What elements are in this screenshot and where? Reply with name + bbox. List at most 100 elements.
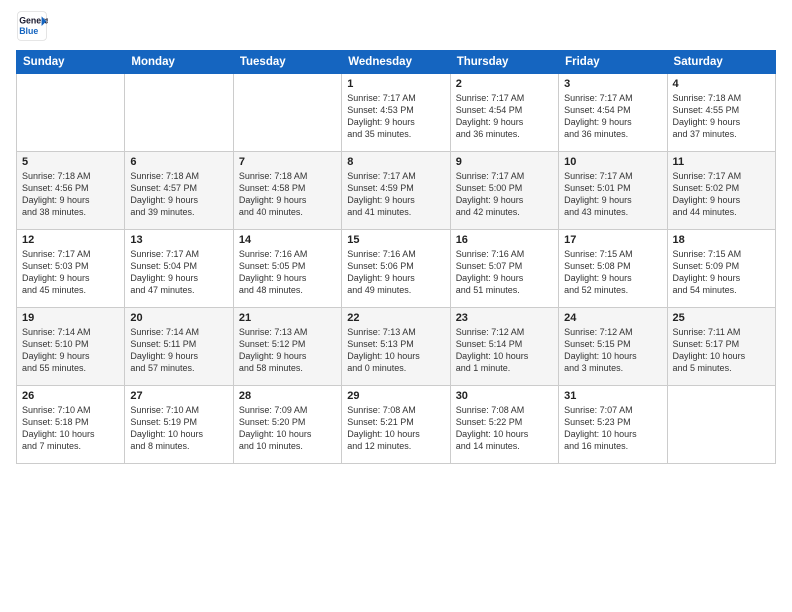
calendar-cell: 7Sunrise: 7:18 AM Sunset: 4:58 PM Daylig… — [233, 152, 341, 230]
day-info: Sunrise: 7:18 AM Sunset: 4:58 PM Dayligh… — [239, 170, 336, 219]
day-number: 30 — [456, 390, 553, 402]
day-number: 22 — [347, 312, 444, 324]
calendar-cell: 20Sunrise: 7:14 AM Sunset: 5:11 PM Dayli… — [125, 308, 233, 386]
day-info: Sunrise: 7:15 AM Sunset: 5:08 PM Dayligh… — [564, 248, 661, 297]
day-number: 18 — [673, 234, 770, 246]
day-number: 6 — [130, 156, 227, 168]
calendar-cell — [667, 386, 775, 464]
day-info: Sunrise: 7:13 AM Sunset: 5:13 PM Dayligh… — [347, 326, 444, 375]
day-number: 3 — [564, 78, 661, 90]
week-row-2: 12Sunrise: 7:17 AM Sunset: 5:03 PM Dayli… — [17, 230, 776, 308]
week-row-4: 26Sunrise: 7:10 AM Sunset: 5:18 PM Dayli… — [17, 386, 776, 464]
weekday-header-friday: Friday — [559, 51, 667, 74]
day-info: Sunrise: 7:14 AM Sunset: 5:11 PM Dayligh… — [130, 326, 227, 375]
page: General Blue SundayMondayTuesdayWednesda… — [0, 0, 792, 612]
calendar-cell: 9Sunrise: 7:17 AM Sunset: 5:00 PM Daylig… — [450, 152, 558, 230]
calendar-cell: 11 Sunrise: 7:17 AM Sunset: 5:02 PM Dayli… — [667, 152, 775, 230]
weekday-header-tuesday: Tuesday — [233, 51, 341, 74]
weekday-header-wednesday: Wednesday — [342, 51, 450, 74]
calendar-cell: 10 Sunrise: 7:17 AM Sunset: 5:01 PM Dayli… — [559, 152, 667, 230]
day-info: Sunrise: 7:08 AM Sunset: 5:22 PM Dayligh… — [456, 404, 553, 453]
calendar-header: SundayMondayTuesdayWednesdayThursdayFrid… — [17, 51, 776, 74]
day-info: Sunrise: 7:12 AM Sunset: 5:15 PM Dayligh… — [564, 326, 661, 375]
day-number: 31 — [564, 390, 661, 402]
calendar-cell: 30 Sunrise: 7:08 AM Sunset: 5:22 PM Dayli… — [450, 386, 558, 464]
day-number: 5 — [22, 156, 119, 168]
day-number: 9 — [456, 156, 553, 168]
calendar-body: 1 Sunrise: 7:17 AM Sunset: 4:53 PM Daylig… — [17, 74, 776, 464]
day-number: 11 — [673, 156, 770, 168]
calendar-cell: 5 Sunrise: 7:18 AM Sunset: 4:56 PM Daylig… — [17, 152, 125, 230]
day-info: Sunrise: 7:10 AM Sunset: 5:18 PM Dayligh… — [22, 404, 119, 453]
day-number: 27 — [130, 390, 227, 402]
calendar-cell: 13 Sunrise: 7:17 AM Sunset: 5:04 PM Dayli… — [125, 230, 233, 308]
day-info: Sunrise: 7:17 AM Sunset: 4:54 PM Dayligh… — [456, 92, 553, 141]
calendar-cell — [17, 74, 125, 152]
calendar-cell: 22 Sunrise: 7:13 AM Sunset: 5:13 PM Dayli… — [342, 308, 450, 386]
calendar: SundayMondayTuesdayWednesdayThursdayFrid… — [16, 50, 776, 464]
logo-icon: General Blue — [16, 10, 48, 42]
calendar-cell: 21 Sunrise: 7:13 AM Sunset: 5:12 PM Dayli… — [233, 308, 341, 386]
calendar-cell: 15Sunrise: 7:16 AM Sunset: 5:06 PM Dayli… — [342, 230, 450, 308]
day-number: 2 — [456, 78, 553, 90]
day-number: 24 — [564, 312, 661, 324]
calendar-cell: 29 Sunrise: 7:08 AM Sunset: 5:21 PM Dayli… — [342, 386, 450, 464]
calendar-cell: 8 Sunrise: 7:17 AM Sunset: 4:59 PM Daylig… — [342, 152, 450, 230]
day-info: Sunrise: 7:15 AM Sunset: 5:09 PM Dayligh… — [673, 248, 770, 297]
svg-text:Blue: Blue — [19, 26, 38, 36]
day-number: 19 — [22, 312, 119, 324]
calendar-cell: 23 Sunrise: 7:12 AM Sunset: 5:14 PM Dayli… — [450, 308, 558, 386]
day-info: Sunrise: 7:10 AM Sunset: 5:19 PM Dayligh… — [130, 404, 227, 453]
week-row-3: 19 Sunrise: 7:14 AM Sunset: 5:10 PM Dayli… — [17, 308, 776, 386]
day-number: 17 — [564, 234, 661, 246]
calendar-cell: 24 Sunrise: 7:12 AM Sunset: 5:15 PM Dayli… — [559, 308, 667, 386]
day-number: 14 — [239, 234, 336, 246]
calendar-cell: 25 Sunrise: 7:11 AM Sunset: 5:17 PM Dayli… — [667, 308, 775, 386]
calendar-cell: 4 Sunrise: 7:18 AM Sunset: 4:55 PM Daylig… — [667, 74, 775, 152]
day-info: Sunrise: 7:12 AM Sunset: 5:14 PM Dayligh… — [456, 326, 553, 375]
weekday-row: SundayMondayTuesdayWednesdayThursdayFrid… — [17, 51, 776, 74]
day-number: 29 — [347, 390, 444, 402]
day-number: 21 — [239, 312, 336, 324]
day-info: Sunrise: 7:18 AM Sunset: 4:55 PM Dayligh… — [673, 92, 770, 141]
day-info: Sunrise: 7:17 AM Sunset: 5:01 PM Dayligh… — [564, 170, 661, 219]
calendar-cell: 18 Sunrise: 7:15 AM Sunset: 5:09 PM Dayli… — [667, 230, 775, 308]
day-info: Sunrise: 7:18 AM Sunset: 4:57 PM Dayligh… — [130, 170, 227, 219]
day-info: Sunrise: 7:17 AM Sunset: 5:02 PM Dayligh… — [673, 170, 770, 219]
header: General Blue — [16, 10, 776, 42]
calendar-cell: 26Sunrise: 7:10 AM Sunset: 5:18 PM Dayli… — [17, 386, 125, 464]
day-info: Sunrise: 7:17 AM Sunset: 5:04 PM Dayligh… — [130, 248, 227, 297]
day-info: Sunrise: 7:08 AM Sunset: 5:21 PM Dayligh… — [347, 404, 444, 453]
calendar-cell: 2 Sunrise: 7:17 AM Sunset: 4:54 PM Daylig… — [450, 74, 558, 152]
logo: General Blue — [16, 10, 48, 42]
day-number: 25 — [673, 312, 770, 324]
weekday-header-thursday: Thursday — [450, 51, 558, 74]
weekday-header-monday: Monday — [125, 51, 233, 74]
day-number: 10 — [564, 156, 661, 168]
day-number: 16 — [456, 234, 553, 246]
calendar-cell: 19 Sunrise: 7:14 AM Sunset: 5:10 PM Dayli… — [17, 308, 125, 386]
calendar-cell: 31 Sunrise: 7:07 AM Sunset: 5:23 PM Dayli… — [559, 386, 667, 464]
day-info: Sunrise: 7:17 AM Sunset: 4:54 PM Dayligh… — [564, 92, 661, 141]
calendar-cell: 27 Sunrise: 7:10 AM Sunset: 5:19 PM Dayli… — [125, 386, 233, 464]
day-number: 1 — [347, 78, 444, 90]
calendar-cell: 12Sunrise: 7:17 AM Sunset: 5:03 PM Dayli… — [17, 230, 125, 308]
day-info: Sunrise: 7:14 AM Sunset: 5:10 PM Dayligh… — [22, 326, 119, 375]
day-number: 4 — [673, 78, 770, 90]
day-number: 23 — [456, 312, 553, 324]
day-info: Sunrise: 7:16 AM Sunset: 5:05 PM Dayligh… — [239, 248, 336, 297]
day-number: 8 — [347, 156, 444, 168]
day-info: Sunrise: 7:13 AM Sunset: 5:12 PM Dayligh… — [239, 326, 336, 375]
calendar-cell — [125, 74, 233, 152]
day-info: Sunrise: 7:17 AM Sunset: 4:53 PM Dayligh… — [347, 92, 444, 141]
day-info: Sunrise: 7:09 AM Sunset: 5:20 PM Dayligh… — [239, 404, 336, 453]
calendar-cell: 16Sunrise: 7:16 AM Sunset: 5:07 PM Dayli… — [450, 230, 558, 308]
calendar-cell: 6 Sunrise: 7:18 AM Sunset: 4:57 PM Daylig… — [125, 152, 233, 230]
day-number: 12 — [22, 234, 119, 246]
day-info: Sunrise: 7:07 AM Sunset: 5:23 PM Dayligh… — [564, 404, 661, 453]
day-info: Sunrise: 7:11 AM Sunset: 5:17 PM Dayligh… — [673, 326, 770, 375]
day-info: Sunrise: 7:17 AM Sunset: 4:59 PM Dayligh… — [347, 170, 444, 219]
day-info: Sunrise: 7:18 AM Sunset: 4:56 PM Dayligh… — [22, 170, 119, 219]
day-number: 13 — [130, 234, 227, 246]
calendar-cell: 17 Sunrise: 7:15 AM Sunset: 5:08 PM Dayli… — [559, 230, 667, 308]
